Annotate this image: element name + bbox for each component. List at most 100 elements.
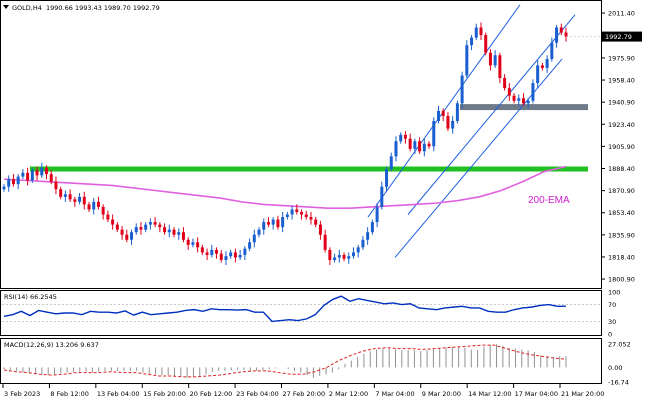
- candle-body: [351, 252, 355, 257]
- candle-body: [564, 32, 568, 37]
- candle-body: [158, 224, 162, 228]
- candle-body: [139, 227, 143, 230]
- candle-body: [229, 252, 233, 257]
- candle-body: [380, 186, 384, 207]
- candle-body: [408, 138, 412, 149]
- price-panel-frame: [0, 0, 602, 289]
- candle-body: [356, 247, 360, 253]
- macd-y-tick-label: -16.74: [608, 378, 629, 386]
- candle-body: [318, 224, 322, 235]
- price-y-axis: 2011.401993.451975.901958.401940.901923.…: [601, 10, 635, 284]
- macd-y-tick-label: 27.052: [608, 341, 631, 349]
- time-tick-label: 17 Mar 04:00: [515, 390, 558, 398]
- candle-body: [238, 254, 242, 258]
- candle-body: [427, 143, 431, 147]
- candle-body: [517, 98, 521, 101]
- rsi-panel-frame: [0, 290, 602, 336]
- price-y-tick-label: 1800.90: [608, 276, 635, 284]
- time-tick-label: 13 Feb 04:00: [97, 390, 140, 398]
- candle-body: [248, 242, 252, 249]
- candle-body: [271, 219, 275, 225]
- price-y-tick-label: 1835.90: [608, 231, 635, 239]
- candle-body: [63, 194, 67, 197]
- candle-body: [215, 249, 219, 254]
- macd-y-tick-label: 0.00: [608, 364, 622, 372]
- candle-body: [479, 27, 483, 36]
- candle-body: [446, 115, 450, 129]
- candle-body: [285, 214, 289, 218]
- candle-body: [281, 217, 285, 228]
- rsi-y-tick-label: 0: [608, 331, 612, 339]
- time-tick-label: 3 Feb 2023: [4, 390, 40, 398]
- candle-body: [314, 219, 318, 225]
- candle-body: [210, 249, 214, 255]
- candle-body: [186, 239, 190, 245]
- candle-body: [191, 242, 195, 245]
- candle-body: [347, 256, 351, 259]
- candle-body: [196, 242, 200, 248]
- time-tick-label: 9 Mar 20:00: [422, 390, 461, 398]
- candle-body: [2, 186, 6, 190]
- candle-body: [92, 201, 96, 210]
- candle-body: [309, 217, 313, 220]
- candle-body: [262, 222, 266, 230]
- macd-y-axis: 27.052 0.00 -16.74: [608, 341, 631, 387]
- candle-body: [361, 239, 365, 248]
- candle-body: [498, 55, 502, 79]
- candle-body: [337, 254, 341, 258]
- candle-body: [59, 189, 63, 197]
- candle-body: [224, 256, 228, 260]
- rsi-y-tick-label: 100: [608, 289, 620, 297]
- candle-body: [328, 249, 332, 260]
- candle-body: [125, 234, 129, 240]
- candle-body: [559, 27, 563, 33]
- candle-body: [403, 134, 407, 139]
- candle-body: [366, 232, 370, 240]
- candle-body: [493, 55, 497, 66]
- candle-body: [455, 103, 459, 121]
- candle-body: [474, 27, 478, 38]
- time-tick-label: 27 Feb 20:00: [283, 390, 326, 398]
- candle-body: [257, 229, 261, 235]
- candle-body: [399, 134, 403, 142]
- candle-body: [111, 219, 115, 225]
- gold-h4-chart: GOLD,H4 1990.66 1993.43 1989.70 1992.79 …: [0, 0, 642, 398]
- candle-body: [87, 204, 91, 210]
- candle-body: [385, 169, 389, 187]
- candle-body: [200, 247, 204, 253]
- candle-body: [73, 199, 77, 202]
- candle-body: [120, 229, 124, 235]
- candle-body: [488, 52, 492, 66]
- time-tick-label: 23 Feb 04:00: [236, 390, 279, 398]
- candle-body: [7, 179, 11, 187]
- candle-body: [512, 95, 516, 101]
- symbol-label: GOLD,H4: [12, 4, 42, 12]
- candle-body: [333, 257, 337, 260]
- candle-body: [536, 65, 540, 84]
- time-tick-label: 14 Mar 12:00: [468, 390, 511, 398]
- candle-body: [389, 156, 393, 170]
- price-y-tick-label: 1923.40: [608, 121, 635, 129]
- candle-body: [375, 206, 379, 223]
- candle-body: [451, 120, 455, 129]
- candle-body: [276, 219, 280, 228]
- ohlc-readout: 1990.66 1993.43 1989.70 1992.79: [46, 4, 160, 12]
- candle-body: [45, 167, 49, 175]
- price-y-tick-label: 1958.40: [608, 77, 635, 85]
- macd-title: MACD(12,26,9) 13.206 9.637: [4, 341, 99, 349]
- candle-body: [106, 214, 110, 220]
- time-tick-label: 8 Feb 12:00: [50, 390, 89, 398]
- time-tick-label: 7 Mar 04:00: [375, 390, 414, 398]
- price-y-tick-label: 2011.40: [608, 10, 635, 18]
- price-y-tick-label: 1853.40: [608, 209, 635, 217]
- candle-body: [441, 110, 445, 116]
- candle-body: [470, 37, 474, 46]
- candle-body: [531, 83, 535, 101]
- candle-body: [40, 167, 44, 176]
- rsi-y-tick-label: 70: [608, 301, 616, 309]
- candle-body: [555, 27, 559, 43]
- candle-body: [295, 209, 299, 212]
- candle-body: [465, 45, 469, 76]
- candle-body: [540, 65, 544, 68]
- candle-body: [134, 227, 138, 233]
